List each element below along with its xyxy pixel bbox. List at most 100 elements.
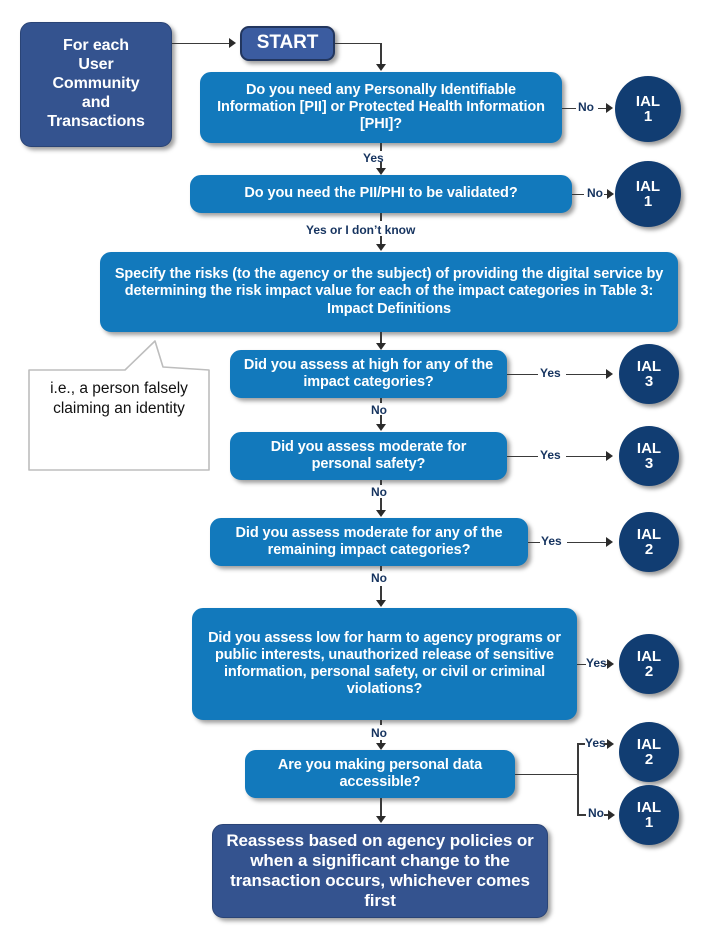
node-question-validated-label: Do you need the PII/PHI to be validated? (244, 185, 518, 202)
node-question-moderate-remaining: Did you assess moderate for any of the r… (210, 518, 528, 566)
node-question-pii-phi: Do you need any Personally Identifiable … (200, 72, 562, 143)
edge-label-moderate-remaining-yes: Yes (541, 534, 562, 548)
outcome-ial-value: 1 (643, 108, 653, 125)
outcome-ial-label: IAL (636, 798, 662, 816)
outcome-ial-value: 1 (643, 193, 653, 210)
callout-identity-note: i.e., a person falsely claiming an ident… (27, 337, 211, 473)
connector-low-harm-yes (577, 663, 586, 666)
edge-label-accessible-no: No (588, 806, 604, 820)
outcome-ial-label: IAL (636, 647, 662, 665)
connector-pii-no (562, 107, 576, 110)
outcome-ial-value: 3 (644, 455, 654, 472)
connector-high-yes (507, 373, 538, 376)
edge-label-high-yes: Yes (540, 366, 561, 380)
node-question-personal-data-accessible: Are you making personal data accessible? (245, 750, 515, 798)
arrowhead-accessible-no (608, 809, 615, 820)
connector-moderate-remaining-yes (528, 541, 540, 544)
outcome-ial-high-yes: IAL 3 (619, 344, 679, 404)
outcome-ial-accessible-yes: IAL 2 (619, 722, 679, 782)
outcome-ial-label: IAL (635, 92, 661, 110)
outcome-ial-pii-no: IAL 1 (615, 76, 681, 142)
arrowhead-high-yes (606, 369, 613, 379)
connector-validated-yes-a (380, 213, 382, 221)
outcome-ial-accessible-no: IAL 1 (619, 785, 679, 845)
node-question-moderate-remaining-label: Did you assess moderate for any of the r… (235, 524, 503, 558)
connector-low-harm-no-a (380, 720, 382, 725)
node-start-label: START (256, 32, 319, 54)
arrowhead-moderate-safety-yes (606, 451, 613, 461)
arrowhead-to-start (229, 38, 236, 48)
callout-text: i.e., a person falsely claiming an ident… (50, 380, 188, 418)
node-specify-risks-label: Specify the risks (to the agency or the … (114, 266, 664, 317)
edge-label-moderate-safety-yes: Yes (540, 448, 561, 462)
arrowhead-accessible-yes (607, 738, 614, 749)
flowchart-canvas: For each User Community and Transactions… (0, 0, 720, 945)
outcome-ial-label: IAL (636, 439, 662, 457)
edge-label-validated-no: No (587, 186, 603, 200)
connector-start-down (380, 42, 382, 65)
edge-label-high-no: No (371, 403, 387, 417)
arrowhead-into-moderate-remaining (376, 510, 386, 517)
node-specify-risks: Specify the risks (to the agency or the … (100, 252, 678, 332)
arrowhead-into-low-harm (376, 600, 386, 607)
edge-label-pii-no: No (578, 100, 594, 114)
arrowhead-into-high-box (376, 343, 386, 350)
arrowhead-into-accessible (376, 743, 386, 750)
arrowhead-validated-no (607, 189, 614, 199)
outcome-ial-value: 2 (644, 541, 654, 558)
edge-label-low-harm-no: No (371, 726, 387, 740)
connector-pii-yes-a (380, 143, 382, 151)
node-question-validated: Do you need the PII/PHI to be validated? (190, 175, 572, 213)
node-start: START (240, 26, 335, 61)
arrowhead-pii-no (606, 103, 613, 113)
connector-moderate-safety-yes (507, 455, 538, 458)
connector-foreach-to-start (172, 42, 230, 45)
connector-accessible-split (577, 743, 579, 815)
connector-start-right (335, 42, 381, 45)
edge-label-accessible-yes: Yes (585, 736, 606, 750)
outcome-ial-validated-no: IAL 1 (615, 161, 681, 227)
outcome-ial-value: 1 (644, 814, 654, 831)
connector-validated-no (572, 193, 584, 196)
connector-moderate-safety-yes-tail (566, 455, 608, 458)
outcome-ial-moderate-remaining-yes: IAL 2 (619, 512, 679, 572)
arrowhead-into-reassess (376, 816, 386, 823)
outcome-ial-label: IAL (636, 525, 662, 543)
connector-accessible-to-reassess (380, 798, 382, 818)
node-question-assess-high: Did you assess at high for any of the im… (230, 350, 507, 398)
outcome-ial-label: IAL (636, 735, 662, 753)
edge-label-validated-yes: Yes or I don’t know (306, 223, 416, 237)
node-question-pii-phi-label: Do you need any Personally Identifiable … (217, 81, 545, 133)
node-question-low-harm-label: Did you assess low for harm to agency pr… (208, 629, 561, 698)
node-reassess-label: Reassess based on agency policies or whe… (226, 830, 534, 911)
edge-label-moderate-remaining-no: No (371, 571, 387, 585)
outcome-ial-label: IAL (635, 177, 661, 195)
edge-label-moderate-safety-no: No (371, 485, 387, 499)
outcome-ial-value: 2 (644, 751, 654, 768)
arrowhead-into-moderate-safety (376, 424, 386, 431)
outcome-ial-moderate-safety-yes: IAL 3 (619, 426, 679, 486)
connector-accessible-no (577, 814, 586, 816)
arrowhead-into-pii-box (376, 64, 386, 71)
node-reassess: Reassess based on agency policies or whe… (212, 824, 548, 918)
arrowhead-low-harm-yes (607, 659, 614, 669)
arrowhead-moderate-remaining-yes (606, 537, 613, 547)
connector-high-yes-tail (566, 373, 608, 376)
outcome-ial-value: 2 (644, 663, 654, 680)
node-for-each-user-community-label: For each User Community and Transactions (47, 37, 145, 130)
connector-moderate-remaining-no-b (380, 586, 382, 601)
connector-accessible-yes (577, 743, 585, 745)
connector-moderate-remaining-yes-tail (567, 541, 608, 544)
outcome-ial-low-harm-yes: IAL 2 (619, 634, 679, 694)
node-question-low-harm: Did you assess low for harm to agency pr… (192, 608, 577, 720)
outcome-ial-value: 3 (644, 373, 654, 390)
arrowhead-into-validated-box (376, 168, 386, 175)
connector-accessible-trunk (515, 773, 578, 776)
outcome-ial-label: IAL (636, 357, 662, 375)
node-for-each-user-community: For each User Community and Transactions (20, 22, 172, 147)
arrowhead-into-specify-risks (376, 244, 386, 251)
node-question-moderate-personal-safety: Did you assess moderate for personal saf… (230, 432, 507, 480)
node-question-assess-high-label: Did you assess at high for any of the im… (243, 356, 494, 390)
node-question-personal-data-accessible-label: Are you making personal data accessible? (277, 756, 483, 790)
node-question-moderate-personal-safety-label: Did you assess moderate for personal saf… (270, 438, 467, 472)
